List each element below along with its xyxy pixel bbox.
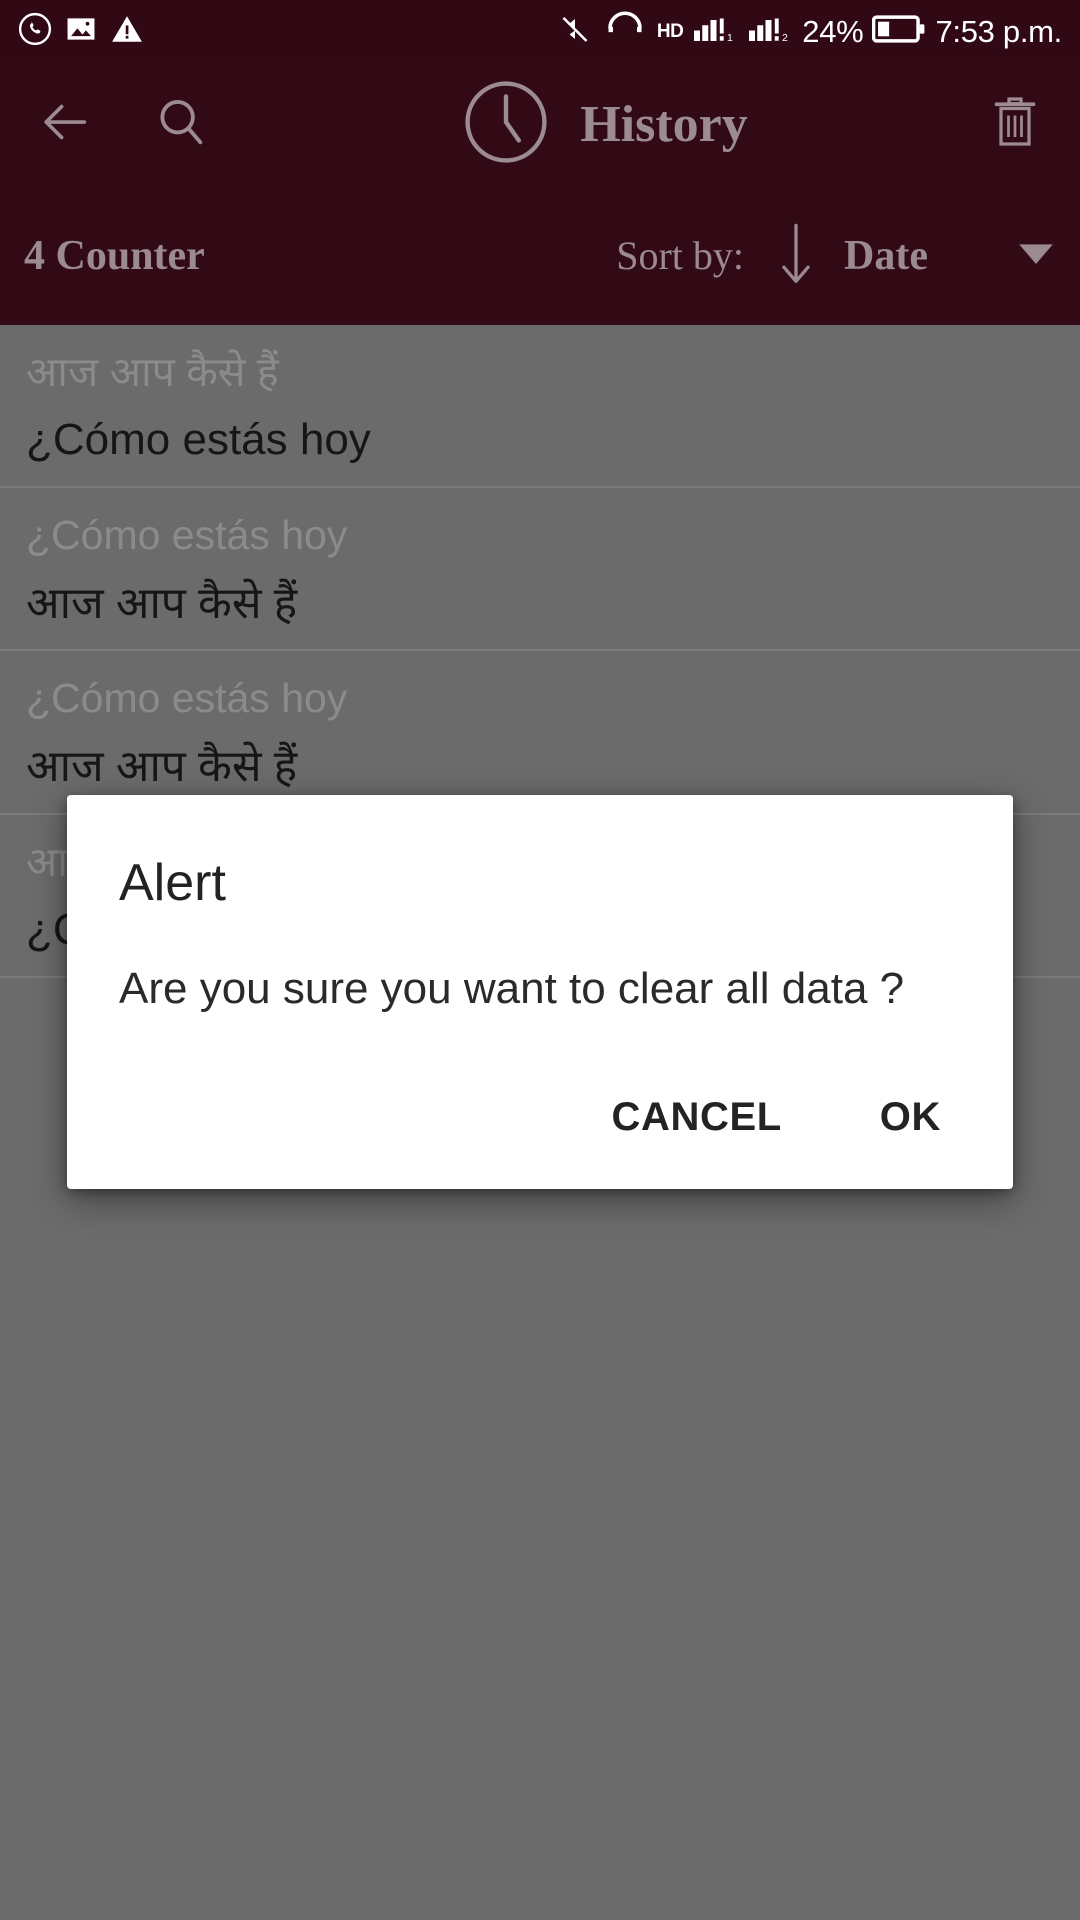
battery-percent-label: 24% xyxy=(802,13,864,49)
history-item-target-text: आज आप कैसे हैं xyxy=(26,578,298,628)
app-bar: History xyxy=(0,62,1080,187)
history-item-target-text: आज आप कैसे हैं xyxy=(26,741,298,791)
clock-time-label: 7:53 p.m. xyxy=(935,13,1062,49)
arrow-back-icon xyxy=(36,93,94,156)
hd-voice-icon xyxy=(602,11,648,52)
svg-text:2: 2 xyxy=(782,32,788,44)
history-item-source-text: ¿Cómo estás hoy xyxy=(26,675,348,722)
sort-by-label: Sort by: xyxy=(616,233,745,278)
alert-dialog: Alert Are you sure you want to clear all… xyxy=(67,795,1013,1189)
search-icon xyxy=(152,93,210,156)
image-icon xyxy=(64,12,98,51)
status-bar: HD 1 2 24% 7:53 p.m. xyxy=(0,0,1080,62)
history-list-item[interactable]: आज आप कैसे हैं ¿Cómo estás hoy xyxy=(0,325,1080,489)
trash-icon xyxy=(985,92,1045,157)
ok-button[interactable]: OK xyxy=(852,1083,969,1151)
sort-control-group[interactable]: Sort by: Date xyxy=(616,221,1054,292)
history-list-item[interactable]: ¿Cómo estás hoy आज आप कैसे हैं xyxy=(0,488,1080,652)
history-item-source-text: आज आप कैसे हैं xyxy=(26,349,279,395)
cancel-button[interactable]: CANCEL xyxy=(584,1083,810,1151)
battery-icon xyxy=(872,13,926,50)
status-bar-left-icons xyxy=(18,12,144,51)
signal-sim2-icon: 2 xyxy=(747,11,793,52)
counter-label: 4 Counter xyxy=(24,233,205,279)
whatsapp-icon xyxy=(18,12,52,51)
sort-bar: 4 Counter Sort by: Date xyxy=(0,187,1080,325)
mute-icon xyxy=(557,11,593,52)
dialog-actions: CANCEL OK xyxy=(584,1083,975,1151)
dialog-title: Alert xyxy=(119,854,226,912)
sort-value-label[interactable]: Date xyxy=(844,235,928,277)
history-item-target-text: ¿Cómo estás hoy xyxy=(26,415,371,465)
signal-sim1-icon: 1 xyxy=(692,11,738,52)
caret-down-icon[interactable] xyxy=(1018,242,1054,271)
hd-label: HD xyxy=(656,20,684,42)
dialog-message: Are you sure you want to clear all data … xyxy=(119,964,905,1013)
arrow-down-icon[interactable] xyxy=(774,221,818,292)
app-bar-title-group: History xyxy=(226,74,980,175)
warning-icon xyxy=(110,12,144,51)
svg-text:1: 1 xyxy=(727,32,733,44)
clock-icon xyxy=(458,74,554,175)
search-button[interactable] xyxy=(146,90,216,160)
back-button[interactable] xyxy=(30,90,100,160)
page-title: History xyxy=(580,95,748,153)
status-bar-right-icons: HD 1 2 24% 7:53 p.m. xyxy=(557,11,1062,52)
clear-all-button[interactable] xyxy=(980,90,1050,160)
history-list-item[interactable]: ¿Cómo estás hoy आज आप कैसे हैं xyxy=(0,651,1080,815)
history-item-source-text: ¿Cómo estás hoy xyxy=(26,512,348,559)
